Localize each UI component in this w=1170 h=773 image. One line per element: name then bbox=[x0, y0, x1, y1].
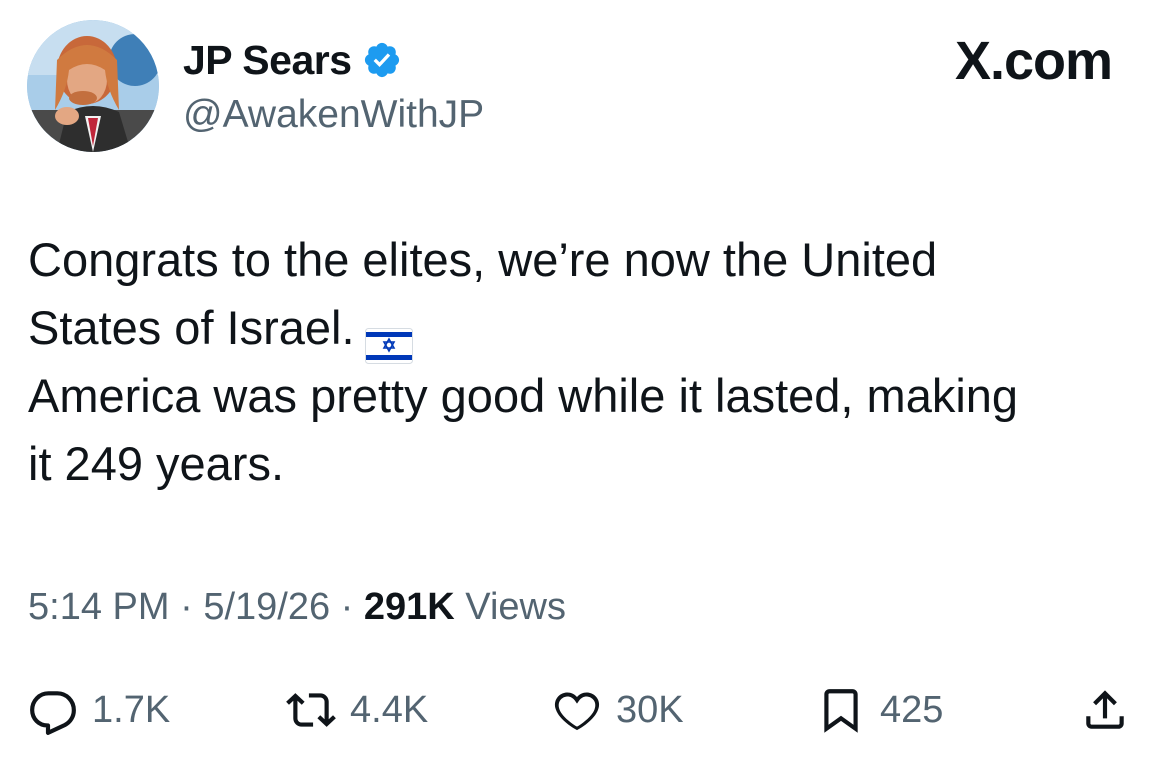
avatar-image bbox=[27, 20, 159, 152]
bookmark-button[interactable]: 425 bbox=[816, 680, 943, 740]
tweet-text: Congrats to the elites, we’re now the Un… bbox=[28, 226, 1138, 498]
meta-separator: · bbox=[340, 586, 354, 628]
reply-button[interactable]: 1.7K bbox=[28, 680, 170, 740]
author-handle[interactable]: @AwakenWithJP bbox=[183, 92, 484, 138]
verified-badge-icon bbox=[362, 40, 402, 80]
tweet-line: Congrats to the elites, we’re now the Un… bbox=[28, 233, 938, 286]
repost-icon bbox=[286, 693, 336, 727]
tweet-line: America was pretty good while it lasted,… bbox=[28, 369, 1019, 422]
tweet-meta: 5:14 PM · 5/19/26 · 291K Views bbox=[28, 584, 566, 630]
like-count: 30K bbox=[616, 688, 684, 731]
repost-button[interactable]: 4.4K bbox=[286, 680, 428, 740]
action-bar: 1.7K 4.4K 30K 425 bbox=[0, 680, 1170, 740]
like-button[interactable]: 30K bbox=[552, 680, 684, 740]
views-count[interactable]: 291K bbox=[364, 586, 455, 628]
reply-icon bbox=[30, 691, 76, 735]
tweet-line: it 249 years. bbox=[28, 437, 285, 490]
brand-logo: X.com bbox=[954, 31, 1113, 91]
tweet-line-with-flag: States of Israel. bbox=[28, 294, 1138, 364]
avatar[interactable] bbox=[27, 20, 159, 152]
share-icon bbox=[1086, 690, 1124, 729]
repost-count: 4.4K bbox=[350, 688, 429, 731]
views-label: Views bbox=[465, 586, 566, 628]
reply-count: 1.7K bbox=[92, 688, 171, 731]
share-button[interactable] bbox=[1080, 680, 1130, 740]
meta-separator: · bbox=[180, 586, 193, 628]
bookmark-count: 425 bbox=[880, 688, 944, 731]
author-name[interactable]: JP Sears bbox=[183, 36, 352, 84]
author-row: JP Sears bbox=[183, 36, 402, 84]
bookmark-icon bbox=[824, 689, 858, 733]
tweet-date[interactable]: 5/19/26 bbox=[203, 586, 330, 628]
tweet-line: States of Israel. bbox=[28, 301, 355, 354]
tweet-time[interactable]: 5:14 PM bbox=[28, 586, 170, 628]
israel-flag-icon bbox=[364, 314, 413, 364]
heart-icon bbox=[554, 692, 600, 731]
